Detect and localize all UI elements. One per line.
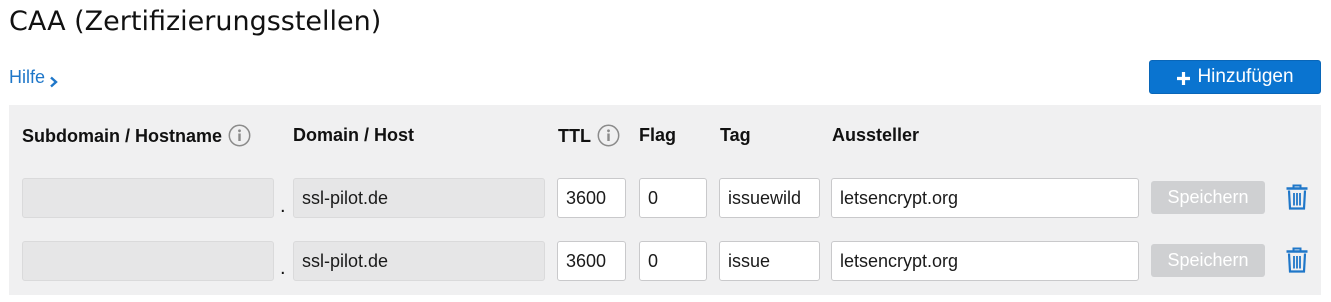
page-title: CAA (Zertifizierungsstellen)	[9, 6, 382, 37]
header-domain: Domain / Host	[293, 124, 414, 146]
save-button[interactable]: Speichern	[1151, 244, 1265, 277]
ttl-field[interactable]	[557, 178, 626, 218]
header-ttl-label: TTL	[558, 125, 591, 146]
issuer-field[interactable]	[831, 241, 1139, 281]
plus-icon	[1176, 70, 1191, 85]
add-button-label: Hinzufügen	[1197, 66, 1294, 87]
header-ttl: TTL	[558, 124, 620, 147]
subdomain-field[interactable]	[22, 241, 274, 281]
header-flag: Flag	[639, 124, 676, 146]
help-link[interactable]: Hilfe	[9, 66, 59, 88]
info-icon[interactable]	[597, 124, 620, 147]
header-subdomain-label: Subdomain / Hostname	[22, 125, 223, 146]
flag-field[interactable]	[639, 241, 707, 281]
add-record-button[interactable]: Hinzufügen	[1149, 60, 1321, 94]
header-issuer: Aussteller	[832, 124, 919, 146]
domain-field	[293, 178, 545, 218]
flag-field[interactable]	[639, 178, 707, 218]
tag-field[interactable]	[719, 241, 820, 281]
save-button[interactable]: Speichern	[1151, 181, 1265, 214]
header-flag-label: Flag	[639, 125, 677, 145]
domain-separator: .	[280, 257, 286, 279]
trash-icon[interactable]	[1285, 247, 1309, 273]
header-tag: Tag	[720, 124, 751, 146]
help-link-label: Hilfe	[9, 67, 46, 87]
header-tag-label: Tag	[720, 125, 751, 145]
subdomain-field[interactable]	[22, 178, 274, 218]
domain-separator: .	[280, 195, 286, 217]
trash-icon[interactable]	[1285, 184, 1309, 210]
tag-field[interactable]	[719, 178, 820, 218]
caa-page: CAA (Zertifizierungsstellen) Hilfe Hinzu…	[0, 0, 1331, 302]
chevron-right-icon	[49, 71, 59, 88]
header-subdomain: Subdomain / Hostname	[22, 124, 251, 147]
header-domain-label: Domain / Host	[293, 125, 415, 145]
domain-field	[293, 241, 545, 281]
header-issuer-label: Aussteller	[832, 125, 920, 145]
info-icon[interactable]	[228, 124, 251, 147]
ttl-field[interactable]	[557, 241, 626, 281]
issuer-field[interactable]	[831, 178, 1139, 218]
